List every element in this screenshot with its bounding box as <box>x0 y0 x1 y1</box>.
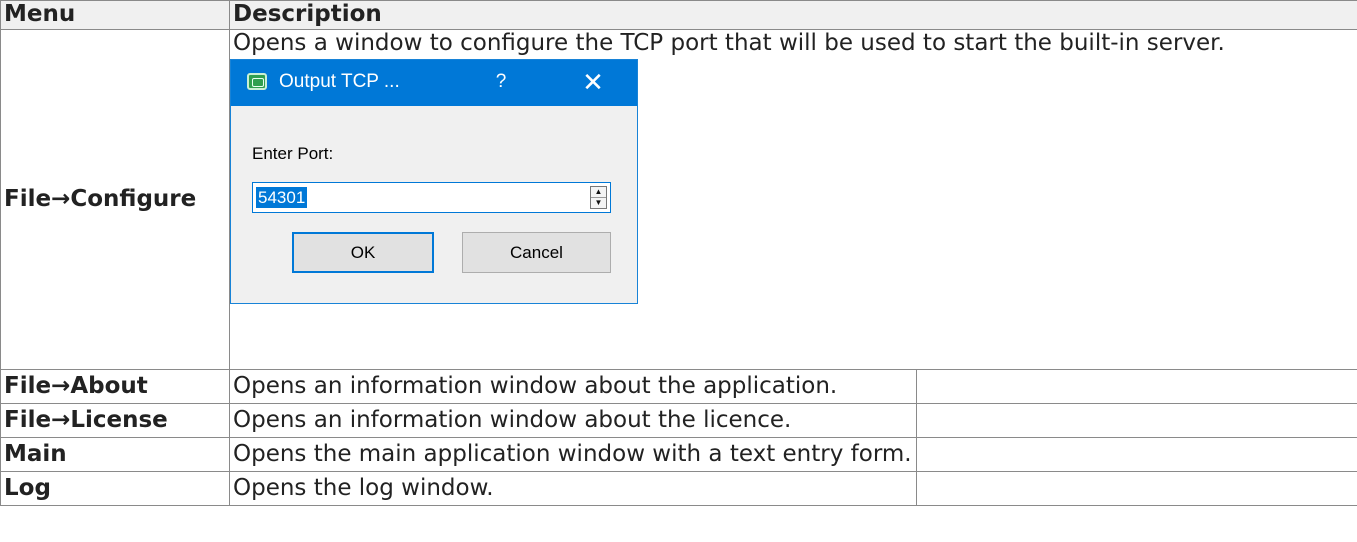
description-cell-main: Opens the main application window with a… <box>229 437 917 472</box>
spin-down-icon[interactable]: ▼ <box>591 198 606 208</box>
menu-cell-license: File→License <box>0 403 230 438</box>
ok-button[interactable]: OK <box>292 232 434 273</box>
dialog-title-bar[interactable]: Output TCP ... ? ✕ <box>231 60 637 106</box>
port-input[interactable]: 54301 <box>256 187 308 208</box>
description-cell-configure: Opens a window to configure the TCP port… <box>228 29 1357 370</box>
dialog-title: Output TCP ... <box>279 71 400 92</box>
menu-cell-main: Main <box>0 437 230 472</box>
description-text: Opens a window to configure the TCP port… <box>233 30 1225 56</box>
table-row: File→License Opens an information window… <box>0 403 1357 438</box>
description-cell-log: Opens the log window. <box>229 471 917 506</box>
port-spinbox[interactable]: 54301 ▲ ▼ <box>252 182 611 213</box>
cancel-button[interactable]: Cancel <box>462 232 611 273</box>
table-row: Main Opens the main application window w… <box>0 437 1357 472</box>
spin-up-icon[interactable]: ▲ <box>591 187 606 198</box>
empty-cell <box>915 403 1357 438</box>
empty-cell <box>915 437 1357 472</box>
spin-buttons: ▲ ▼ <box>590 186 607 209</box>
header-menu: Menu <box>0 0 230 30</box>
table-header-row: Menu Description <box>0 0 1357 30</box>
app-icon <box>247 73 267 90</box>
menu-cell-configure: File→Configure <box>0 29 230 370</box>
empty-cell <box>915 369 1357 404</box>
table-row: Log Opens the log window. <box>0 471 1357 506</box>
table-row: File→Configure Opens a window to configu… <box>0 29 1357 370</box>
close-icon[interactable]: ✕ <box>581 69 605 95</box>
header-description: Description <box>228 0 1357 30</box>
table-row: File→About Opens an information window a… <box>0 369 1357 404</box>
output-tcp-dialog: Output TCP ... ? ✕ Enter Port: 54301 ▲ ▼… <box>230 59 638 304</box>
empty-cell <box>915 471 1357 506</box>
menu-cell-log: Log <box>0 471 230 506</box>
menu-cell-about: File→About <box>0 369 230 404</box>
description-cell-license: Opens an information window about the li… <box>229 403 917 438</box>
port-label: Enter Port: <box>252 144 334 163</box>
menu-table: Menu Description File→Configure Opens a … <box>0 0 1357 506</box>
description-cell-about: Opens an information window about the ap… <box>229 369 917 404</box>
help-button[interactable]: ? <box>489 70 513 94</box>
